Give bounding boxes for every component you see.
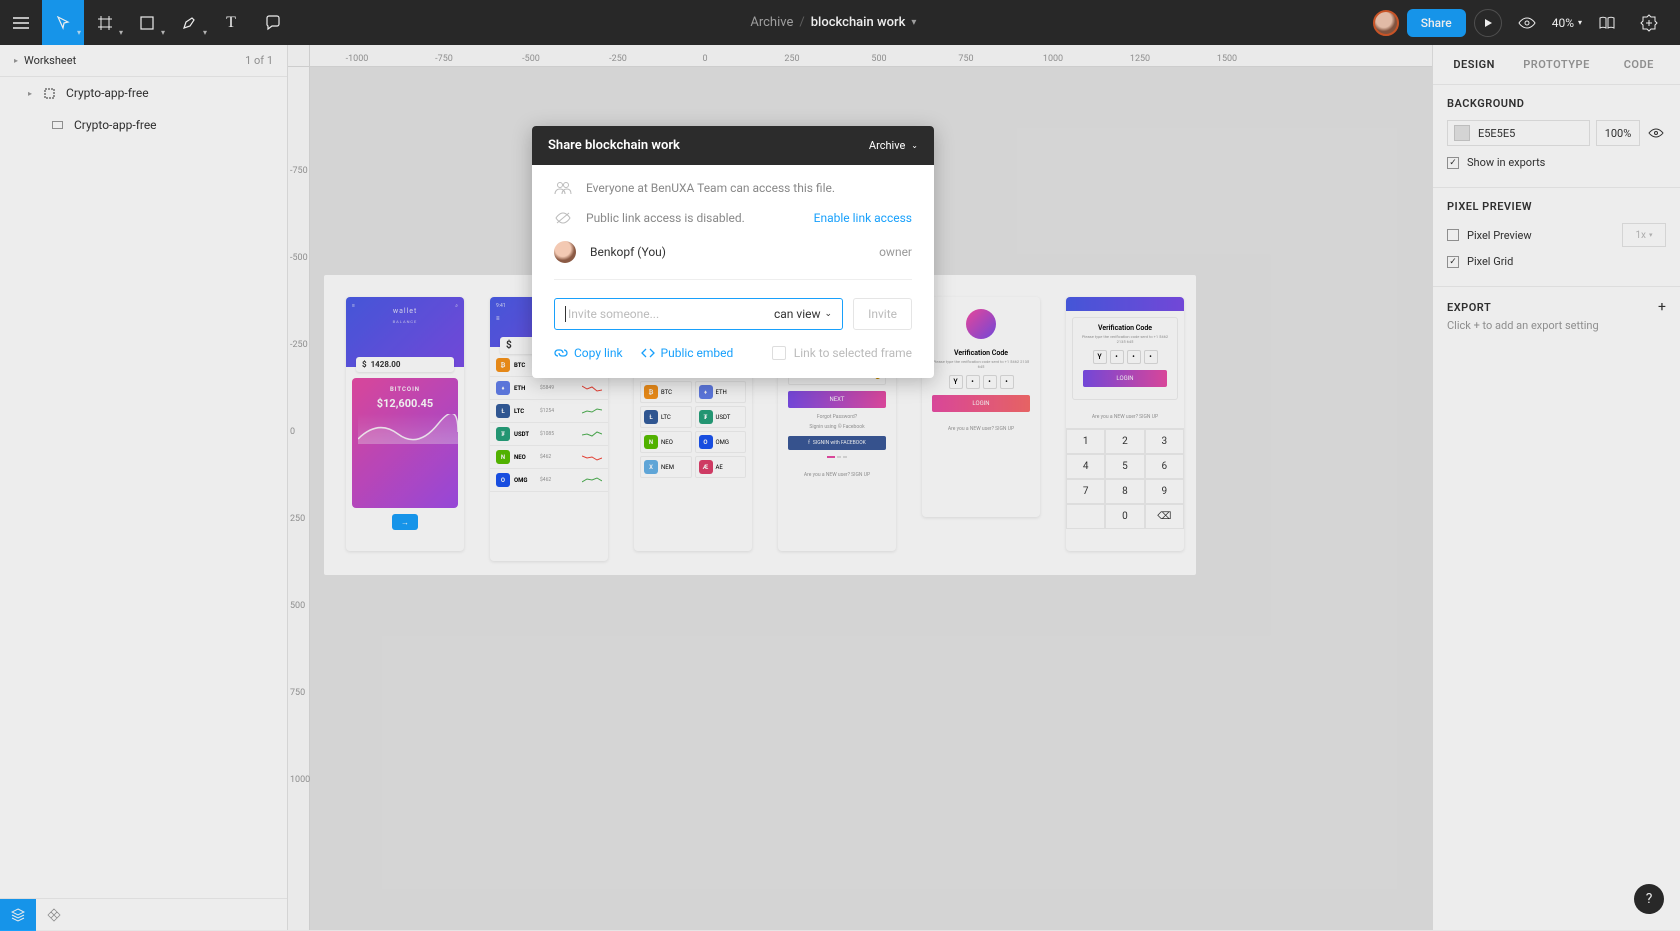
copy-link-button[interactable]: Copy link	[554, 346, 623, 360]
modal-header: Share blockchain work Archive⌄	[532, 126, 934, 165]
link-disabled-icon	[554, 211, 572, 225]
team-access-row: Everyone at BenUXA Team can access this …	[554, 181, 912, 195]
invite-input[interactable]: Invite someone... can view⌄	[554, 298, 843, 330]
modal-title: Share blockchain work	[548, 138, 680, 153]
team-icon	[554, 181, 572, 195]
permission-select[interactable]: can view⌄	[774, 307, 832, 321]
invite-button[interactable]: Invite	[853, 298, 912, 330]
link-selected-toggle[interactable]: Link to selected frame	[772, 346, 912, 360]
user-avatar-small	[554, 241, 576, 263]
public-link-row: Public link access is disabled. Enable l…	[554, 211, 912, 225]
public-embed-button[interactable]: Public embed	[641, 346, 734, 360]
share-modal: Share blockchain work Archive⌄ Everyone …	[532, 126, 934, 378]
modal-context-select[interactable]: Archive⌄	[869, 139, 918, 152]
owner-row: Benkopf (You) owner	[554, 241, 912, 263]
enable-link-button[interactable]: Enable link access	[814, 211, 912, 225]
